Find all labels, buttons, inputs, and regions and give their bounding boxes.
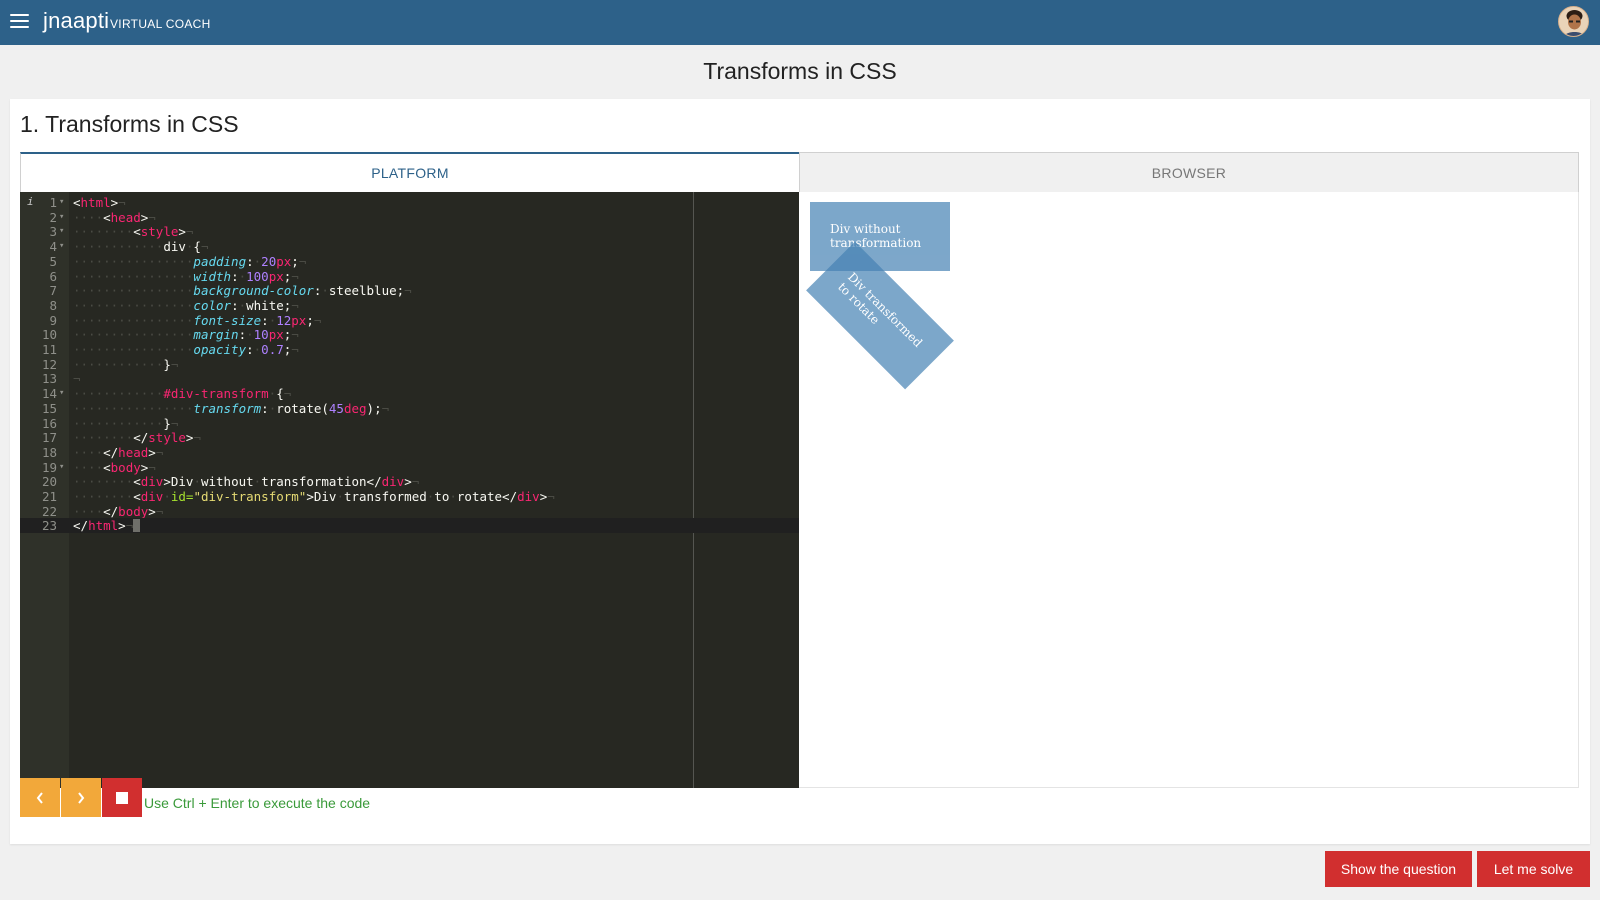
code-line[interactable]: 21 ········<div·id="div-transform">Div·tr… bbox=[20, 489, 799, 504]
line-number: 20 bbox=[41, 474, 57, 490]
fold-arrow-icon[interactable]: ▾ bbox=[59, 460, 64, 475]
line-number: 8 bbox=[49, 297, 57, 313]
let-me-solve-button[interactable]: Let me solve bbox=[1477, 851, 1590, 887]
browser-preview: Div without transformation Div transform… bbox=[799, 192, 1579, 788]
code-line[interactable]: 10 ················margin:·10px;¬ bbox=[20, 327, 799, 342]
code-line[interactable]: 5 ················padding:·20px;¬ bbox=[20, 254, 799, 269]
chevron-left-icon bbox=[36, 791, 43, 804]
top-bar: jnaapti VIRTUAL COACH bbox=[0, 0, 1600, 45]
line-number: 14 bbox=[41, 386, 57, 402]
line-number: 2 bbox=[49, 209, 57, 225]
line-number: 11 bbox=[41, 342, 57, 357]
code-text: ················width:·100px;¬ bbox=[73, 268, 299, 284]
brand-logo[interactable]: jnaapti bbox=[43, 8, 109, 34]
code-line[interactable]: 11 ················opacity:·0.7;¬ bbox=[20, 342, 799, 357]
stop-icon bbox=[116, 791, 128, 804]
fold-arrow-icon[interactable]: ▾ bbox=[59, 195, 64, 210]
line-number: 17 bbox=[41, 430, 57, 446]
hamburger-icon[interactable] bbox=[10, 14, 29, 29]
code-line[interactable]: 14 ▾ ············#div-transform·{¬ bbox=[20, 386, 799, 401]
code-text: ············#div-transform·{¬ bbox=[73, 386, 292, 402]
line-number: 5 bbox=[49, 253, 57, 269]
line-number: 3 bbox=[49, 224, 57, 240]
code-text: ············}¬ bbox=[73, 415, 179, 431]
preview-div-plain: Div without transformation bbox=[810, 202, 950, 271]
fold-arrow-icon[interactable]: ▾ bbox=[59, 386, 64, 401]
line-number: 18 bbox=[41, 444, 57, 460]
line-number: 4 bbox=[49, 239, 57, 255]
code-line[interactable]: 3 ▾ ········<style>¬ bbox=[20, 224, 799, 239]
code-text: ················opacity:·0.7;¬ bbox=[73, 342, 299, 357]
code-line[interactable]: 9 ················font-size:·12px;¬ bbox=[20, 313, 799, 328]
code-text: ················padding:·20px;¬ bbox=[73, 253, 307, 269]
code-line[interactable]: 15 ················transform:·rotate(45de… bbox=[20, 401, 799, 416]
line-number: 15 bbox=[41, 400, 57, 416]
code-text: ····<body>¬ bbox=[73, 459, 156, 475]
code-text: ········</style>¬ bbox=[73, 430, 201, 446]
tab-bar: PLATFORM BROWSER bbox=[20, 152, 1579, 192]
code-text: <html>¬ bbox=[73, 195, 126, 210]
line-number: 12 bbox=[41, 356, 57, 372]
code-text: ········<style>¬ bbox=[73, 224, 194, 240]
code-text: ················font-size:·12px;¬ bbox=[73, 312, 322, 328]
code-line[interactable]: 4 ▾ ············div·{¬ bbox=[20, 239, 799, 254]
fold-arrow-icon[interactable]: ▾ bbox=[59, 239, 64, 254]
code-line[interactable]: 8 ················color:·white;¬ bbox=[20, 298, 799, 313]
line-number: 21 bbox=[41, 489, 57, 504]
line-number: 9 bbox=[49, 312, 57, 328]
code-line[interactable]: 12 ············}¬ bbox=[20, 357, 799, 372]
fold-arrow-icon[interactable]: ▾ bbox=[59, 224, 64, 239]
line-number: 7 bbox=[49, 283, 57, 299]
line-number: 16 bbox=[41, 415, 57, 431]
stop-button[interactable] bbox=[102, 778, 142, 817]
code-text: ················transform:·rotate(45deg)… bbox=[73, 400, 390, 416]
code-text: ····</body>¬ bbox=[73, 503, 164, 519]
tab-browser[interactable]: BROWSER bbox=[799, 152, 1579, 192]
code-text: ····<head>¬ bbox=[73, 209, 156, 225]
line-number: 19 bbox=[41, 459, 57, 475]
code-line[interactable]: 16 ············}¬ bbox=[20, 416, 799, 431]
code-text: ················background-color:·steelb… bbox=[73, 283, 412, 299]
exercise-card: 1. Transforms in CSS PLATFORM BROWSER 1 ▾… bbox=[10, 99, 1590, 844]
execute-hint: Use Ctrl + Enter to execute the code bbox=[144, 795, 371, 811]
code-line[interactable]: 2 ▾ ····<head>¬ bbox=[20, 210, 799, 225]
line-number: 23 bbox=[41, 518, 57, 534]
code-line[interactable]: 22 ····</body>¬ bbox=[20, 504, 799, 519]
line-number: 6 bbox=[49, 268, 57, 284]
info-icon[interactable]: i bbox=[27, 195, 34, 208]
code-line[interactable]: 19 ▾ ····<body>¬ bbox=[20, 460, 799, 475]
line-number: 1 bbox=[49, 195, 57, 210]
code-line[interactable]: 20 ········<div>Div·without·transformatio… bbox=[20, 474, 799, 489]
show-question-button[interactable]: Show the question bbox=[1325, 851, 1472, 887]
code-text: ················color:·white;¬ bbox=[73, 297, 299, 313]
code-line[interactable]: 13 ¬ bbox=[20, 371, 799, 386]
line-number: 22 bbox=[41, 503, 57, 519]
code-text: ················margin:·10px;¬ bbox=[73, 327, 299, 343]
code-text: ········<div·id="div-transform">Div·tran… bbox=[73, 489, 555, 504]
code-line[interactable]: 18 ····</head>¬ bbox=[20, 445, 799, 460]
page-title: Transforms in CSS bbox=[703, 58, 897, 84]
brand-subtitle: VIRTUAL COACH bbox=[110, 17, 211, 31]
tab-platform[interactable]: PLATFORM bbox=[20, 152, 799, 192]
line-number: 10 bbox=[41, 327, 57, 343]
code-text: ············}¬ bbox=[73, 356, 179, 372]
code-line[interactable]: 6 ················width:·100px;¬ bbox=[20, 269, 799, 284]
line-number: 13 bbox=[41, 371, 57, 387]
code-text: ············div·{¬ bbox=[73, 239, 209, 255]
code-line[interactable]: 23 </html>¬ bbox=[20, 518, 799, 534]
code-line[interactable]: 1 ▾ <html>¬ bbox=[20, 195, 799, 210]
next-button[interactable] bbox=[61, 778, 101, 817]
code-text: ¬ bbox=[73, 371, 81, 387]
fold-arrow-icon[interactable]: ▾ bbox=[59, 210, 64, 225]
code-text: </html>¬ bbox=[73, 518, 141, 533]
exercise-title: 1. Transforms in CSS bbox=[20, 111, 239, 137]
code-editor[interactable]: 1 ▾ <html>¬ 2 ▾ ····<head>¬ 3 ▾ ········<style>¬… bbox=[20, 192, 799, 788]
code-text: ········<div>Div·without·transformation<… bbox=[73, 474, 420, 490]
previous-button[interactable] bbox=[20, 778, 60, 817]
code-line[interactable]: 7 ················background-color:·steel… bbox=[20, 283, 799, 298]
code-line[interactable]: 17 ········</style>¬ bbox=[20, 430, 799, 445]
code-text: ····</head>¬ bbox=[73, 444, 164, 460]
user-avatar[interactable] bbox=[1558, 6, 1589, 37]
chevron-right-icon bbox=[78, 791, 85, 804]
